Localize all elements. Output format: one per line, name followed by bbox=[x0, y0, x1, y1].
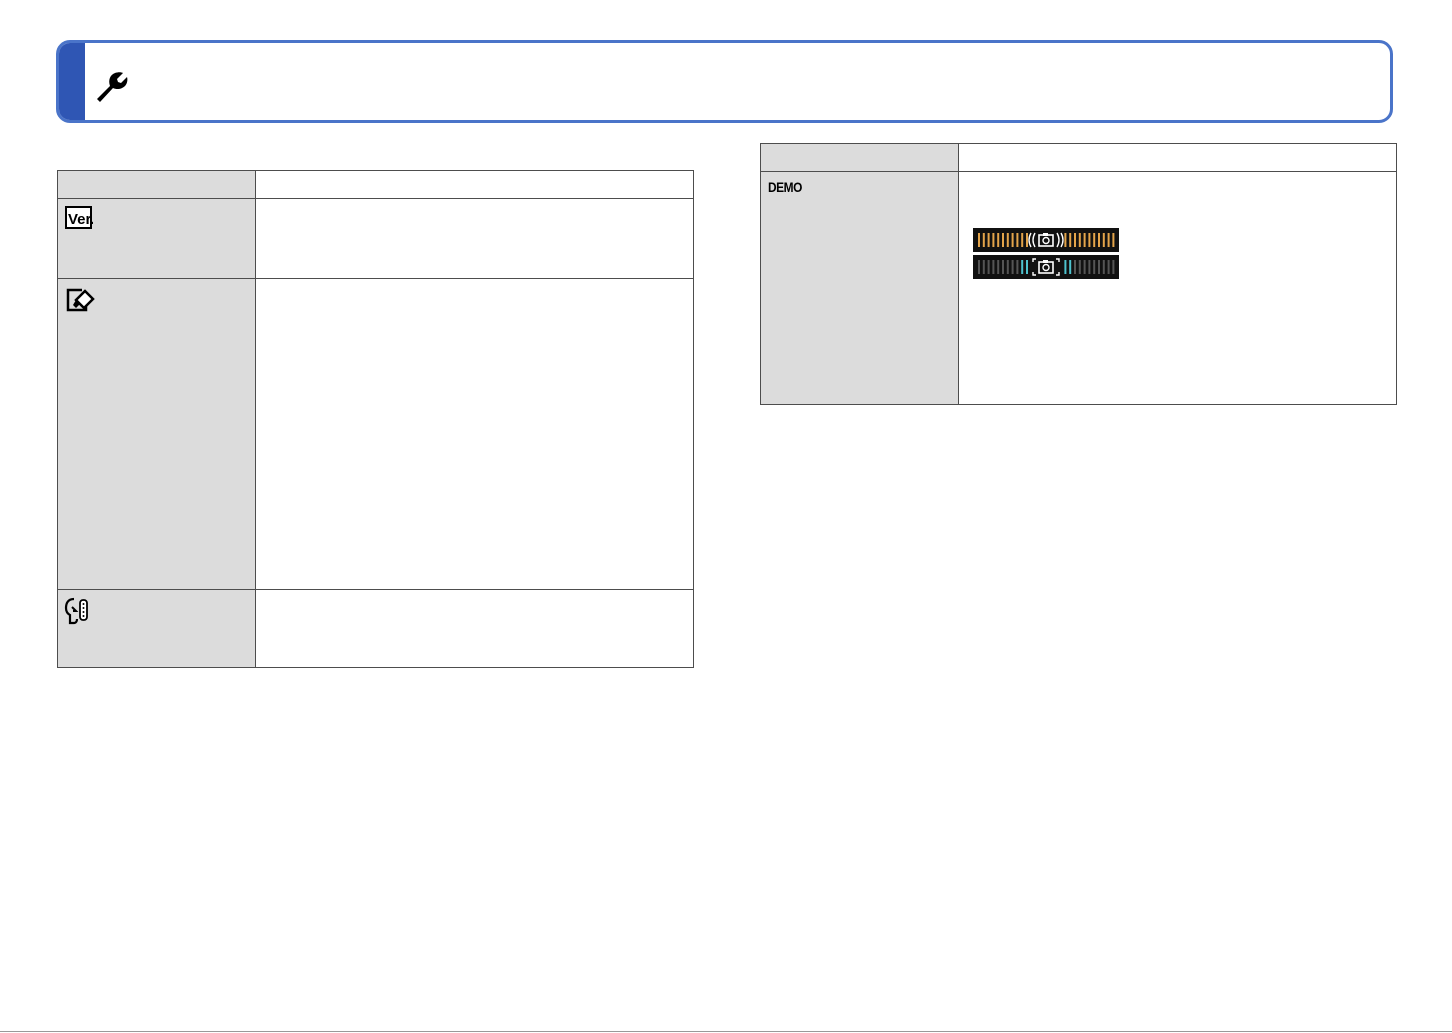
indicator-tick bbox=[1011, 233, 1014, 247]
version-display-icon: Ver. bbox=[65, 206, 93, 229]
table-row-demo: DEMO bbox=[760, 171, 1397, 405]
indicator-tick bbox=[1016, 260, 1019, 274]
indicator-tick bbox=[978, 233, 980, 247]
indicator-tick bbox=[1026, 233, 1028, 247]
header-settings-cell bbox=[958, 143, 1397, 172]
header-accent-tab bbox=[59, 43, 85, 120]
table-header-row bbox=[57, 170, 694, 199]
indicator-tick bbox=[1093, 260, 1096, 274]
indicator-tick bbox=[1074, 260, 1076, 274]
settings-table-right: DEMO bbox=[760, 143, 1397, 405]
section-header-bar bbox=[56, 40, 1393, 123]
shake-indicator-orange-icon bbox=[973, 228, 1119, 252]
label-cell-reset bbox=[57, 278, 256, 590]
indicator-tick bbox=[1021, 233, 1024, 247]
shake-indicator-group bbox=[973, 228, 1119, 282]
demo-label: DEMO bbox=[768, 179, 802, 195]
table-row-sound bbox=[57, 589, 694, 668]
indicator-tick bbox=[1083, 260, 1086, 274]
indicator-tick bbox=[1069, 233, 1072, 247]
indicator-tick bbox=[1088, 233, 1091, 247]
table-header-row bbox=[760, 143, 1397, 172]
indicator-tick bbox=[1064, 260, 1067, 274]
indicator-tick bbox=[1088, 260, 1091, 274]
table-row-version: Ver. bbox=[57, 198, 694, 279]
content-cell-reset bbox=[255, 278, 694, 590]
sound-icon bbox=[64, 597, 88, 625]
settings-table-left: Ver. bbox=[57, 170, 694, 668]
indicator-tick bbox=[1011, 260, 1014, 274]
camera-symbol-icon bbox=[1038, 260, 1054, 274]
table-row-reset bbox=[57, 278, 694, 590]
indicator-tick bbox=[1102, 260, 1105, 274]
indicator-tick bbox=[1006, 233, 1009, 247]
indicator-tick bbox=[1002, 233, 1004, 247]
indicator-tick bbox=[1078, 233, 1081, 247]
page-bottom-rule bbox=[0, 1031, 1452, 1032]
indicator-tick bbox=[1026, 260, 1028, 274]
content-cell-demo bbox=[958, 171, 1397, 405]
indicator-tick bbox=[992, 260, 995, 274]
indicator-tick bbox=[1112, 233, 1115, 247]
wrench-icon bbox=[97, 72, 128, 102]
indicator-tick bbox=[997, 260, 1000, 274]
indicator-tick bbox=[1002, 260, 1004, 274]
indicator-tick bbox=[982, 260, 985, 274]
label-cell-sound bbox=[57, 589, 256, 668]
indicator-tick bbox=[992, 233, 995, 247]
indicator-tick bbox=[997, 233, 1000, 247]
indicator-tick bbox=[1074, 233, 1076, 247]
indicator-tick bbox=[978, 260, 980, 274]
label-cell-demo: DEMO bbox=[760, 171, 959, 405]
indicator-tick bbox=[1069, 260, 1072, 274]
content-cell-version bbox=[255, 198, 694, 279]
indicator-tick bbox=[1098, 233, 1100, 247]
indicator-tick bbox=[1107, 233, 1110, 247]
indicator-tick bbox=[1016, 233, 1019, 247]
indicator-tick bbox=[982, 233, 985, 247]
header-item-cell bbox=[760, 143, 959, 172]
label-cell-version: Ver. bbox=[57, 198, 256, 279]
indicator-tick bbox=[1078, 260, 1081, 274]
header-settings-cell bbox=[255, 170, 694, 199]
shake-indicator-cyan-icon bbox=[973, 255, 1119, 279]
indicator-tick bbox=[1021, 260, 1024, 274]
camera-symbol-icon bbox=[1038, 233, 1054, 247]
indicator-tick bbox=[987, 260, 990, 274]
indicator-tick bbox=[1064, 233, 1067, 247]
indicator-tick bbox=[1093, 233, 1096, 247]
content-cell-sound bbox=[255, 589, 694, 668]
header-item-cell bbox=[57, 170, 256, 199]
indicator-tick bbox=[1112, 260, 1115, 274]
indicator-tick bbox=[1098, 260, 1100, 274]
indicator-tick bbox=[1102, 233, 1105, 247]
indicator-tick bbox=[1083, 233, 1086, 247]
indicator-tick bbox=[987, 233, 990, 247]
reset-icon bbox=[66, 288, 95, 312]
indicator-tick bbox=[1006, 260, 1009, 274]
svg-text:Ver.: Ver. bbox=[68, 211, 93, 228]
indicator-tick bbox=[1107, 260, 1110, 274]
